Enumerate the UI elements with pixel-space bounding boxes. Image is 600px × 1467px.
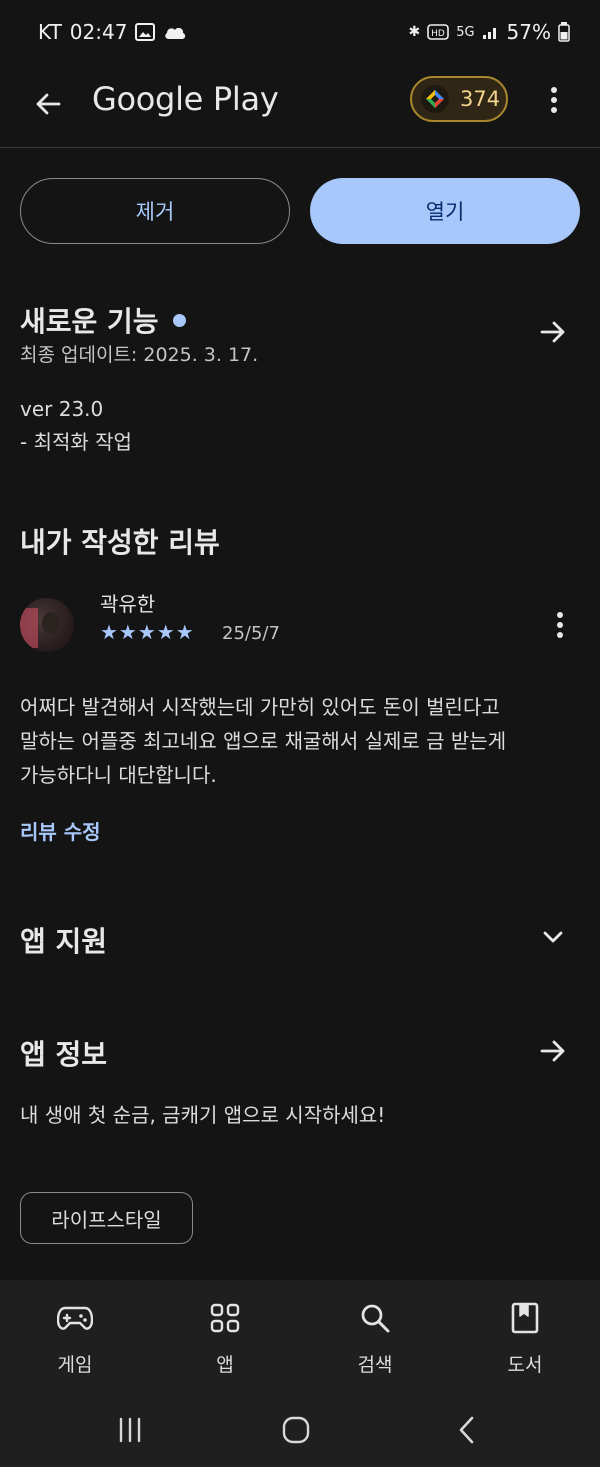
hd-voice-icon: HD <box>427 24 449 40</box>
play-points-count: 374 <box>460 87 501 111</box>
more-vert-icon <box>551 87 557 113</box>
overflow-menu-button[interactable] <box>540 80 568 120</box>
status-right: ✱ HD 5G 57% <box>408 20 570 44</box>
search-icon <box>355 1298 395 1338</box>
new-indicator-dot <box>172 313 186 327</box>
system-back-button[interactable] <box>446 1410 486 1450</box>
nav-item-apps[interactable]: 앱 <box>150 1280 300 1400</box>
book-icon <box>505 1298 545 1338</box>
cloud-notification-icon <box>165 27 186 39</box>
app-description: 내 생애 첫 순금, 금캐기 앱으로 시작하세요! <box>20 1103 386 1127</box>
nav-item-search[interactable]: 검색 <box>300 1280 450 1400</box>
clock: 02:47 <box>69 20 128 44</box>
app-info-arrow-button[interactable] <box>533 1031 573 1071</box>
version-text: ver 23.0 <box>20 397 104 421</box>
uninstall-button[interactable]: 제거 <box>20 178 290 244</box>
open-button[interactable]: 열기 <box>310 178 580 244</box>
arrow-forward-icon <box>540 321 565 343</box>
app-support-expand-button[interactable] <box>533 917 573 957</box>
gamepad-icon <box>55 1298 95 1338</box>
status-left: KT 02:47 <box>38 20 187 44</box>
carrier-label: KT <box>38 20 62 44</box>
category-chip[interactable]: 라이프스타일 <box>20 1192 193 1244</box>
reviewer-name: 곽유한 <box>100 592 156 616</box>
system-navigation-bar <box>0 1400 600 1467</box>
last-updated-text: 최종 업데이트: 2025. 3. 17. <box>20 344 259 366</box>
review-text-line-3: 가능하다니 대단합니다. <box>20 763 217 787</box>
battery-icon <box>558 22 570 42</box>
battery-percent: 57% <box>506 20 551 44</box>
my-review-title: 내가 작성한 리뷰 <box>20 526 220 559</box>
play-points-icon <box>421 85 449 113</box>
review-date: 25/5/7 <box>222 623 280 644</box>
nav-item-games[interactable]: 게임 <box>0 1280 150 1400</box>
network-type-label: 5G <box>456 24 475 40</box>
app-bar: Google Play 374 <box>0 64 600 148</box>
home-button[interactable] <box>276 1410 316 1450</box>
review-text-line-2: 말하는 어플중 최고네요 앱으로 채굴해서 실제로 금 받는게 <box>20 729 507 753</box>
reviewer-avatar <box>20 598 74 652</box>
back-button[interactable] <box>26 82 70 126</box>
home-icon <box>282 1416 310 1444</box>
app-support-title[interactable]: 앱 지원 <box>20 920 107 960</box>
apps-grid-icon <box>205 1298 245 1338</box>
nav-label-apps: 앱 <box>216 1354 234 1376</box>
whats-new-header[interactable]: 새로운 기능 <box>20 300 186 340</box>
app-info-title[interactable]: 앱 정보 <box>20 1033 107 1073</box>
nav-label-games: 게임 <box>57 1354 93 1376</box>
bluetooth-icon: ✱ <box>408 24 421 40</box>
svg-text:HD: HD <box>431 29 445 39</box>
bottom-navigation: 게임 앱 검색 도서 <box>0 1280 600 1400</box>
google-play-wordmark: Google Play <box>92 80 279 118</box>
arrow-forward-icon <box>540 1040 565 1062</box>
play-points-chip[interactable]: 374 <box>410 76 508 122</box>
chevron-left-icon <box>459 1416 474 1444</box>
recents-button[interactable] <box>110 1410 150 1450</box>
nav-label-books: 도서 <box>507 1354 543 1376</box>
nav-item-books[interactable]: 도서 <box>450 1280 600 1400</box>
nav-label-search: 검색 <box>357 1354 393 1376</box>
whats-new-arrow-button[interactable] <box>533 312 573 352</box>
review-star-rating: ★★★★★ <box>100 620 195 644</box>
review-text-line-1: 어쩌다 발견해서 시작했는데 가만히 있어도 돈이 벌린다고 <box>20 695 500 719</box>
chevron-down-icon <box>543 931 563 943</box>
signal-icon <box>482 28 496 39</box>
release-notes-text: - 최적화 작업 <box>20 430 132 454</box>
review-menu-button[interactable] <box>548 610 572 640</box>
whats-new-title: 새로운 기능 <box>20 305 159 338</box>
status-bar: KT 02:47 ✱ HD 5G 57% <box>0 0 600 64</box>
gallery-notification-icon <box>135 23 156 41</box>
more-vert-icon <box>557 612 563 638</box>
recents-icon <box>119 1417 141 1443</box>
edit-review-link[interactable]: 리뷰 수정 <box>20 816 101 845</box>
arrow-back-icon <box>36 93 61 115</box>
